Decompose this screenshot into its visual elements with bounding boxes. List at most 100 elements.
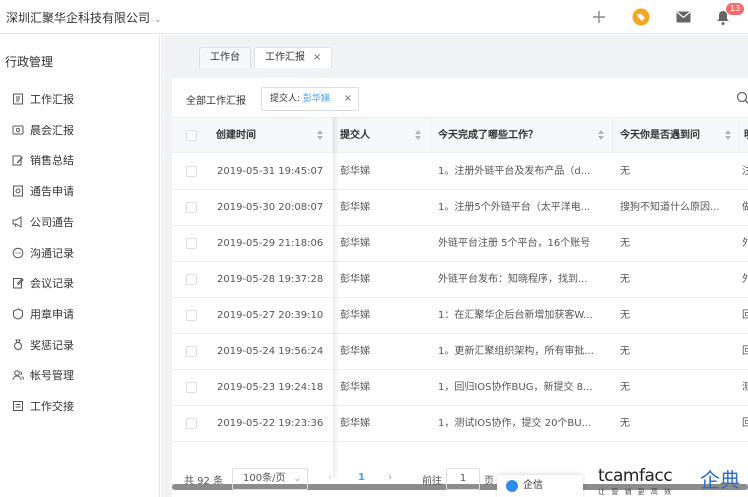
- sidebar-item-label: 公司通告: [30, 216, 74, 229]
- table-row[interactable]: 2019-05-29 21:18:06 彭华娣 外链平台注册 5个平台，16个账…: [172, 226, 748, 262]
- cell-issues: 搜狗不知道什么原因...: [620, 202, 720, 213]
- column-divider: [430, 118, 431, 154]
- chat-icon: [12, 247, 24, 259]
- fixed-column-shadow: [333, 117, 339, 478]
- cell-tomorrow: 注: [742, 154, 748, 190]
- chat-icon: [506, 480, 518, 492]
- sidebar-item-label: 工作汇报: [30, 93, 74, 106]
- cell-issues: 无: [620, 418, 630, 429]
- edit-icon: [12, 155, 23, 166]
- cell-created-time: 2019-05-23 19:24:18: [217, 382, 324, 393]
- cell-tomorrow: 回: [742, 298, 748, 334]
- cell-submitter: 彭华娣: [340, 166, 370, 177]
- sidebar-item-company-notice[interactable]: 公司通告: [12, 213, 74, 231]
- sidebar-item-account-management[interactable]: 帐号管理: [12, 366, 74, 384]
- row-checkbox[interactable]: [186, 202, 197, 213]
- close-icon[interactable]: ×: [344, 88, 352, 110]
- sidebar-item-communication-log[interactable]: 沟通记录: [12, 244, 74, 262]
- sidebar-item-label: 通告申请: [30, 185, 74, 198]
- plus-icon[interactable]: [590, 8, 608, 26]
- chat-label: 企信: [523, 480, 543, 491]
- page-size-select[interactable]: 100条/页 ⌄: [232, 468, 308, 490]
- table-row[interactable]: 2019-05-31 19:45:07 彭华娣 1。注册外链平台及发布产品（d.…: [172, 154, 748, 190]
- cell-issues: 无: [620, 310, 630, 321]
- row-checkbox[interactable]: [186, 166, 197, 177]
- tab-work-report[interactable]: 工作汇报 ×: [254, 47, 333, 68]
- cell-created-time: 2019-05-24 19:56:24: [217, 346, 324, 357]
- cell-created-time: 2019-05-30 20:08:07: [217, 202, 324, 213]
- watermark-en: tcamfacc: [598, 466, 673, 486]
- row-checkbox[interactable]: [186, 310, 197, 321]
- chevron-down-icon: ⌄: [154, 15, 162, 25]
- tag-icon[interactable]: [632, 8, 650, 26]
- users-icon: [12, 370, 24, 381]
- column-issues[interactable]: 今天你是否遇到问: [620, 118, 700, 154]
- row-checkbox[interactable]: [186, 274, 197, 285]
- sort-icon[interactable]: [414, 130, 422, 142]
- cell-submitter: 彭华娣: [340, 382, 370, 393]
- column-work-done[interactable]: 今天完成了哪些工作？: [438, 118, 538, 154]
- table-row[interactable]: 2019-05-27 20:39:10 彭华娣 1：在汇聚华企后台新增加获客W.…: [172, 298, 748, 334]
- sidebar-item-morning-report[interactable]: 晨会汇报: [12, 121, 74, 139]
- cell-work-done: 1，测试IOS协作，提交 20个BU...: [438, 418, 592, 429]
- next-page-button[interactable]: ›: [388, 472, 392, 483]
- cell-submitter: 彭华娣: [340, 274, 370, 285]
- row-checkbox[interactable]: [186, 346, 197, 357]
- row-checkbox[interactable]: [186, 418, 197, 429]
- sort-icon[interactable]: [724, 130, 732, 142]
- search-icon[interactable]: [736, 91, 748, 108]
- chat-widget[interactable]: 企信: [497, 475, 583, 497]
- cell-created-time: 2019-05-29 21:18:06: [217, 238, 324, 249]
- table-row[interactable]: 2019-05-24 19:56:24 彭华娣 1。更新汇聚组织架构，所有审批.…: [172, 334, 748, 370]
- megaphone-icon: [12, 216, 22, 228]
- close-icon[interactable]: ×: [313, 52, 321, 63]
- sidebar-item-label: 用章申请: [30, 308, 74, 321]
- cell-work-done: 1。注册外链平台及发布产品（d...: [438, 166, 591, 177]
- goto-page-input[interactable]: 1: [446, 468, 480, 490]
- cell-tomorrow: 做: [742, 190, 748, 226]
- cell-work-done: 1，回归IOS协作BUG，新提交 8...: [438, 382, 593, 393]
- sidebar-item-work-handover[interactable]: 工作交接: [12, 397, 74, 415]
- sidebar-item-work-report[interactable]: 工作汇报: [12, 90, 74, 108]
- tag-key: 提交人:: [270, 94, 303, 104]
- cell-tomorrow: 外: [742, 262, 748, 298]
- note-icon: [13, 278, 24, 289]
- submitter-filter-tag[interactable]: 提交人: 彭华娣 ×: [261, 87, 359, 111]
- award-icon: [14, 339, 22, 350]
- tab-label: 工作台: [210, 52, 240, 63]
- cell-submitter: 彭华娣: [340, 346, 370, 357]
- cell-submitter: 彭华娣: [340, 202, 370, 213]
- row-checkbox[interactable]: [186, 238, 197, 249]
- table-row[interactable]: 2019-05-23 19:24:18 彭华娣 1，回归IOS协作BUG，新提交…: [172, 370, 748, 406]
- cell-issues: 无: [620, 382, 630, 393]
- cell-submitter: 彭华娣: [340, 418, 370, 429]
- sidebar-item-seal-apply[interactable]: 用章申请: [12, 305, 74, 323]
- column-submitter[interactable]: 提交人: [340, 118, 370, 154]
- sidebar-item-notice-apply[interactable]: 通告申请: [12, 182, 74, 200]
- table-row[interactable]: 2019-05-22 19:23:36 彭华娣 1，测试IOS协作，提交 20个…: [172, 406, 748, 442]
- prev-page-button[interactable]: ‹: [328, 472, 332, 483]
- mail-icon[interactable]: [674, 8, 692, 26]
- sidebar-item-label: 沟通记录: [30, 247, 74, 260]
- sidebar-item-sales-summary[interactable]: 销售总结: [12, 151, 74, 169]
- tab-workbench[interactable]: 工作台: [199, 47, 251, 68]
- select-all-checkbox[interactable]: [186, 130, 197, 141]
- cell-tomorrow: 测: [742, 370, 748, 406]
- table-row[interactable]: 2019-05-28 19:37:28 彭华娣 外链平台发布：知晓程序，找到..…: [172, 262, 748, 298]
- company-selector[interactable]: 深圳汇聚华企科技有限公司 ⌄: [6, 9, 162, 26]
- cell-submitter: 彭华娣: [340, 238, 370, 249]
- sidebar-item-meeting-notes[interactable]: 会议记录: [12, 274, 74, 292]
- sidebar-item-reward-records[interactable]: 奖惩记录: [12, 336, 74, 354]
- cell-created-time: 2019-05-27 20:39:10: [217, 310, 324, 321]
- sort-icon[interactable]: [316, 130, 324, 142]
- seal-icon: [13, 308, 23, 320]
- table-row[interactable]: 2019-05-30 20:08:07 彭华娣 1。注册5个外链平台（太平洋电.…: [172, 190, 748, 226]
- handover-icon: [13, 401, 23, 411]
- row-checkbox[interactable]: [186, 382, 197, 393]
- total-count: 共 92 条: [184, 476, 224, 487]
- column-tomorrow[interactable]: 明: [744, 118, 748, 154]
- filter-label: 全部工作汇报: [186, 96, 246, 107]
- sort-icon[interactable]: [597, 130, 605, 142]
- column-created-time[interactable]: 创建时间: [216, 118, 256, 154]
- current-page[interactable]: 1: [358, 472, 365, 483]
